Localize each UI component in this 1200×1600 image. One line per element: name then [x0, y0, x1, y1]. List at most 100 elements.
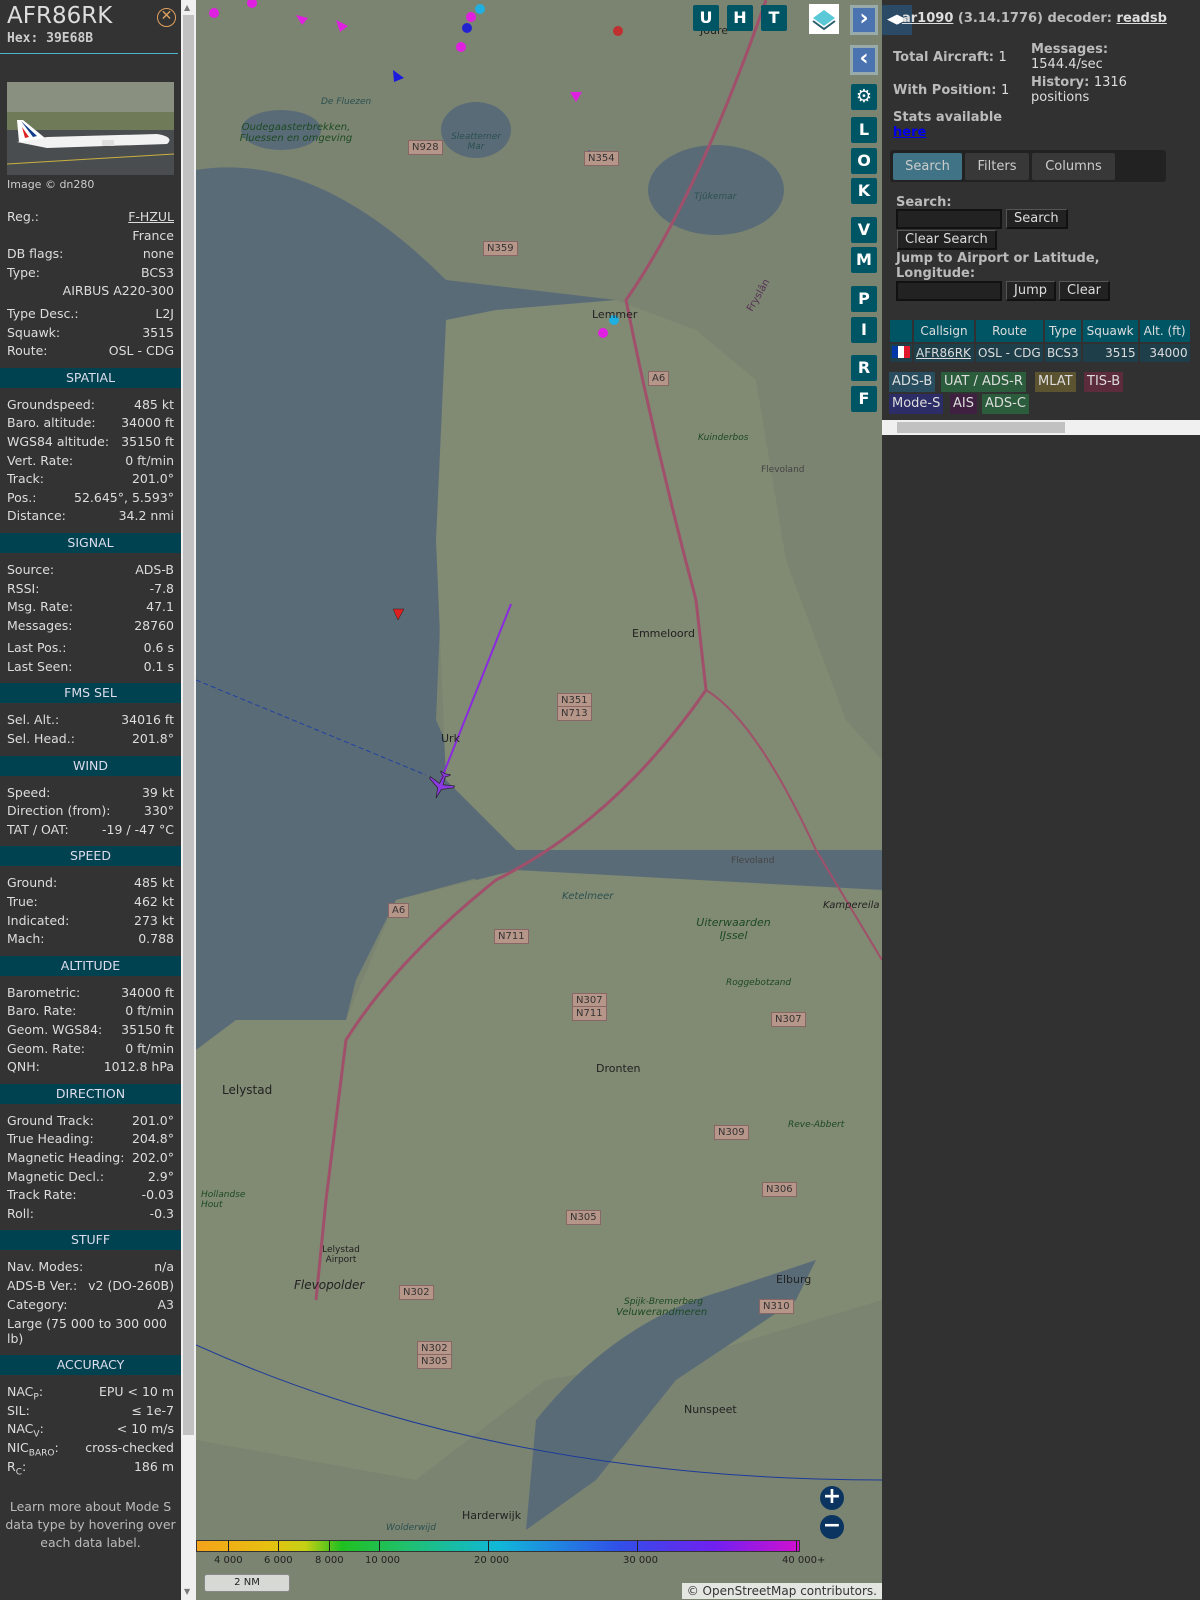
map-button-i[interactable]: I [851, 317, 877, 343]
column-header-callsign[interactable]: Callsign [914, 320, 974, 342]
map-button-l[interactable]: L [851, 117, 877, 143]
callsign-cell[interactable]: AFR86RK [914, 344, 974, 362]
scroll-down-icon[interactable]: ▼ [184, 1587, 190, 1596]
row-label[interactable]: Speed: [7, 784, 50, 803]
section-header-speed[interactable]: SPEED [0, 846, 181, 867]
column-header-flag[interactable] [890, 320, 912, 342]
row-label[interactable]: Msg. Rate: [7, 598, 73, 617]
row-label[interactable]: Type Desc.: [7, 305, 79, 324]
row-label[interactable]: Route: [7, 342, 48, 361]
expand-right-button[interactable]: › [850, 5, 878, 35]
tab-filters[interactable]: Filters [965, 153, 1029, 180]
layers-icon[interactable] [809, 4, 839, 34]
row-label[interactable]: Last Seen: [7, 658, 72, 677]
row-label[interactable]: Geom. Rate: [7, 1040, 85, 1059]
row-label[interactable]: Type: [7, 264, 40, 283]
section-header-fms-sel[interactable]: FMS SEL [0, 683, 181, 704]
row-label[interactable]: Category: [7, 1296, 67, 1315]
jump-button[interactable]: Jump [1006, 281, 1056, 301]
section-header-altitude[interactable]: ALTITUDE [0, 955, 181, 976]
row-label[interactable]: SIL: [7, 1402, 30, 1421]
scrollbar-thumb[interactable] [897, 422, 1065, 433]
row-label[interactable]: Roll: [7, 1205, 34, 1224]
row-label[interactable]: Ground: [7, 874, 57, 893]
aircraft-photo[interactable] [7, 82, 174, 175]
row-label[interactable]: Vert. Rate: [7, 452, 73, 471]
map-canvas[interactable]: Lemmer Emmeloord Urk Dronten Lelystad Ha… [196, 0, 882, 1600]
column-header-route[interactable]: Route [976, 320, 1043, 342]
row-label[interactable]: Source: [7, 561, 54, 580]
map-button-r[interactable]: R [851, 355, 877, 381]
close-icon[interactable]: ✕ [157, 8, 176, 27]
map-button-f[interactable]: F [851, 386, 877, 412]
row-label[interactable]: Last Pos.: [7, 639, 66, 658]
section-header-stuff[interactable]: STUFF [0, 1230, 181, 1251]
zoom-in-button[interactable]: + [820, 1486, 844, 1510]
section-header-accuracy[interactable]: ACCURACY [0, 1355, 181, 1376]
map-button-u[interactable]: U [693, 5, 719, 31]
row-label[interactable]: RC: [7, 1458, 26, 1478]
legend-tis-b[interactable]: TIS-B [1084, 372, 1124, 392]
tab-columns[interactable]: Columns [1032, 153, 1115, 180]
column-header-type[interactable]: Type [1045, 320, 1081, 342]
section-header-spatial[interactable]: SPATIAL [0, 367, 181, 388]
section-header-direction[interactable]: DIRECTION [0, 1083, 181, 1104]
row-label[interactable]: Distance: [7, 507, 66, 526]
legend-ads-b[interactable]: ADS-B [889, 372, 936, 392]
row-label[interactable]: TAT / OAT: [7, 821, 69, 840]
table-row[interactable]: AFR86RK OSL - CDG BCS3 3515 34000 [890, 344, 1190, 362]
decoder-link[interactable]: readsb [1117, 11, 1167, 26]
map-button-k[interactable]: K [851, 178, 877, 204]
row-label[interactable]: NACP: [7, 1383, 43, 1403]
row-label[interactable]: Magnetic Heading: [7, 1149, 124, 1168]
row-label[interactable]: Ground Track: [7, 1112, 94, 1131]
map-button-p[interactable]: P [851, 286, 877, 312]
zoom-out-button[interactable]: − [820, 1515, 844, 1539]
horizontal-scrollbar[interactable] [882, 420, 1200, 435]
clear-search-button[interactable]: Clear Search [897, 230, 997, 250]
tab-search[interactable]: Search [893, 153, 962, 180]
row-label[interactable]: QNH: [7, 1058, 40, 1077]
osm-link[interactable]: OpenStreetMap [703, 1584, 797, 1598]
row-label[interactable]: Track: [7, 470, 44, 489]
search-input[interactable] [896, 209, 1002, 229]
app-link[interactable]: ar1090 [902, 11, 953, 26]
column-header-altitude[interactable]: Alt. (ft) [1139, 320, 1190, 342]
row-label[interactable]: WGS84 altitude: [7, 433, 109, 452]
scroll-up-icon[interactable]: ▲ [184, 3, 190, 12]
map-button-t[interactable]: T [761, 5, 787, 31]
map-button-o[interactable]: O [851, 148, 877, 174]
row-label[interactable]: Track Rate: [7, 1186, 77, 1205]
column-header-squawk[interactable]: Squawk [1082, 320, 1138, 342]
map-button-m[interactable]: M [851, 247, 877, 273]
legend-ais[interactable]: AIS [950, 394, 977, 414]
row-label[interactable]: True: [7, 893, 38, 912]
section-header-signal[interactable]: SIGNAL [0, 532, 181, 553]
row-label[interactable]: Sel. Alt.: [7, 711, 59, 730]
row-label[interactable]: True Heading: [7, 1130, 94, 1149]
row-label[interactable]: DB flags: [7, 245, 63, 264]
collapse-left-button[interactable]: ‹ [850, 45, 878, 75]
scrollbar-thumb[interactable] [183, 15, 194, 1435]
row-label[interactable]: Sel. Head.: [7, 730, 75, 749]
legend-mode-s[interactable]: Mode-S [889, 394, 944, 414]
gear-icon[interactable]: ⚙ [851, 84, 877, 110]
legend-mlat[interactable]: MLAT [1035, 372, 1076, 392]
legend-ads-c[interactable]: ADS-C [982, 394, 1029, 414]
row-label[interactable]: Mach: [7, 930, 44, 949]
row-label[interactable]: Magnetic Decl.: [7, 1168, 104, 1187]
row-label[interactable]: NACV: [7, 1420, 44, 1440]
legend-uat-ads-r[interactable]: UAT / ADS-R [941, 372, 1026, 392]
search-button[interactable]: Search [1006, 209, 1068, 229]
row-label[interactable]: Squawk: [7, 324, 60, 343]
row-label[interactable]: Groundspeed: [7, 396, 95, 415]
row-label[interactable]: Barometric: [7, 984, 80, 1003]
row-label[interactable]: Pos.: [7, 489, 36, 508]
map-button-h[interactable]: H [727, 5, 753, 31]
row-label[interactable]: Direction (from): [7, 802, 111, 821]
row-label[interactable]: Reg.: [7, 208, 39, 227]
row-label[interactable]: Nav. Modes: [7, 1258, 83, 1277]
clear-button[interactable]: Clear [1059, 281, 1110, 301]
row-label[interactable]: Large (75 000 to 300 000 lb) [7, 1316, 174, 1346]
row-label[interactable]: Geom. WGS84: [7, 1021, 102, 1040]
